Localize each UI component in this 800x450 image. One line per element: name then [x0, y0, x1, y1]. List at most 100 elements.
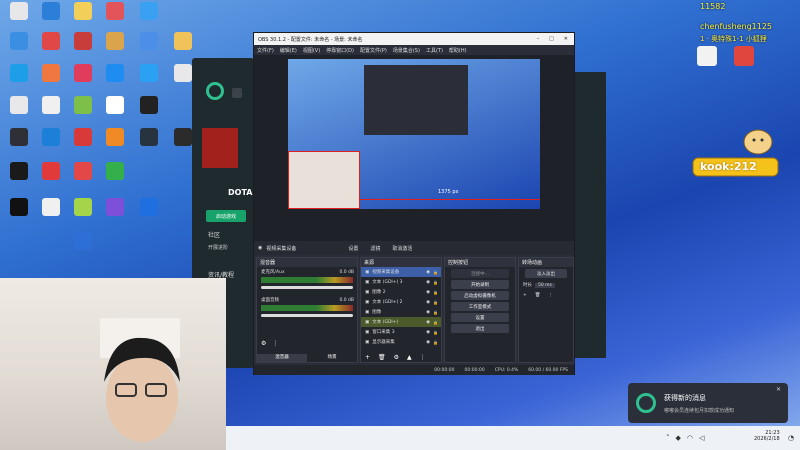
notification-close-icon[interactable]: ✕ [776, 386, 781, 393]
maximize-icon[interactable]: □ [549, 36, 554, 42]
desktop-icon[interactable] [66, 64, 100, 94]
desktop-icon[interactable] [34, 96, 68, 126]
desktop-icon[interactable] [66, 96, 100, 126]
close-icon[interactable]: ✕ [564, 36, 568, 42]
start-record-button[interactable]: 开始录制 [451, 280, 509, 289]
desktop-icon[interactable] [98, 162, 132, 192]
lock-icon[interactable]: 🔒 [433, 280, 441, 285]
lock-icon[interactable]: 🔒 [433, 320, 441, 325]
remove-source-icon[interactable]: 🗑 [378, 354, 386, 361]
menu-item[interactable]: 编辑(E) [280, 47, 297, 54]
notification-bell-icon[interactable]: ◔ [788, 434, 794, 442]
desktop-audio-volume-slider[interactable] [261, 314, 353, 317]
wifi-icon[interactable]: ◠ [687, 434, 693, 442]
desktop-icon[interactable] [66, 32, 100, 62]
desktop-icon[interactable] [132, 198, 166, 228]
deactivate-button[interactable]: 取消激活 [392, 245, 412, 252]
desktop-icon[interactable] [34, 128, 68, 158]
source-menu-icon[interactable]: ⋮ [420, 354, 426, 361]
virtual-camera-button[interactable]: 启动虚拟摄像机 [451, 291, 509, 300]
menu-item[interactable]: 视图(V) [303, 47, 320, 54]
source-item[interactable]: ▣ 窗口采集 3 ◉ 🔒 [361, 327, 441, 337]
tray-app-icon[interactable]: ◆ [676, 434, 681, 442]
filters-button[interactable]: 滤镜 [370, 245, 380, 252]
menu-item[interactable]: 场景集合(S) [393, 47, 420, 54]
source-item[interactable]: ▣ 文本 (GDI+) 3 ◉ 🔒 [361, 277, 441, 287]
desktop-icon[interactable] [98, 96, 132, 126]
desktop-icon[interactable] [2, 2, 36, 32]
desktop-icon[interactable] [132, 2, 166, 32]
menu-item[interactable]: 配置文件(P) [360, 47, 387, 54]
desktop-icon[interactable] [66, 162, 100, 192]
launch-game-button[interactable]: 启动游戏 [206, 210, 246, 222]
source-item[interactable]: ▣ 文本 (GDI+) ◉ 🔒 [361, 317, 441, 327]
desktop-icon[interactable] [2, 32, 36, 62]
minimize-icon[interactable]: – [537, 36, 540, 42]
duration-input[interactable]: 50 ms [535, 282, 555, 288]
desktop-icon[interactable] [132, 64, 166, 94]
add-source-icon[interactable]: + [365, 354, 370, 361]
desktop-icon[interactable] [98, 198, 132, 228]
move-up-icon[interactable]: ▲ [407, 354, 412, 361]
desktop-icon[interactable] [98, 32, 132, 62]
desktop-icon[interactable] [34, 162, 68, 192]
launcher-back-button[interactable] [232, 88, 242, 98]
properties-button[interactable]: 设置 [348, 245, 358, 252]
desktop-icon[interactable] [66, 128, 100, 158]
tray-chevron-icon[interactable]: ˄ [666, 434, 670, 442]
tab-scenes[interactable]: 场景 [307, 354, 357, 363]
desktop-icon[interactable] [132, 32, 166, 62]
settings-button[interactable]: 设置 [451, 313, 509, 322]
visibility-icon[interactable]: ◉ [426, 280, 430, 285]
visibility-icon[interactable]: ◉ [426, 330, 430, 335]
source-item[interactable]: ▣ 图像 2 ◉ 🔒 [361, 287, 441, 297]
obs-preview[interactable]: 1375 px [254, 55, 574, 241]
desktop-icon[interactable] [98, 128, 132, 158]
lock-icon[interactable]: 🔒 [433, 270, 441, 275]
desktop-icon[interactable] [132, 128, 166, 158]
visibility-icon[interactable]: ◉ [426, 320, 430, 325]
preview-webcam-source[interactable] [288, 151, 360, 209]
visibility-icon[interactable]: ◉ [426, 310, 430, 315]
desktop-icon[interactable] [98, 2, 132, 32]
desktop-icon[interactable] [66, 232, 100, 262]
tab-mixer[interactable]: 混音器 [257, 354, 307, 363]
desktop-icon[interactable] [2, 64, 36, 94]
desktop-icon[interactable] [66, 198, 100, 228]
mic-volume-slider[interactable] [261, 286, 353, 289]
mixer-menu-icon[interactable]: ⋮ [272, 340, 278, 347]
studio-mode-button[interactable]: 工作室模式 [451, 302, 509, 311]
desktop-icon[interactable] [2, 198, 36, 228]
source-item[interactable]: ▣ 图像 ◉ 🔒 [361, 307, 441, 317]
connecting-button[interactable]: 连接中... [451, 269, 509, 278]
visibility-icon[interactable]: ◉ [426, 300, 430, 305]
menu-item[interactable]: 停靠窗口(D) [326, 47, 354, 54]
visibility-icon[interactable]: ◉ [426, 290, 430, 295]
desktop-icon[interactable] [98, 64, 132, 94]
lock-icon[interactable]: 🔒 [433, 290, 441, 295]
source-item[interactable]: ▣ 视频采集设备 ◉ 🔒 [361, 267, 441, 277]
visibility-icon[interactable]: ◉ [426, 270, 430, 275]
source-item[interactable]: ▣ 显示器采集 ◉ 🔒 [361, 337, 441, 347]
source-item[interactable]: ▣ 文本 (GDI+) 2 ◉ 🔒 [361, 297, 441, 307]
lock-icon[interactable]: 🔒 [433, 300, 441, 305]
lock-icon[interactable]: 🔒 [433, 310, 441, 315]
lock-icon[interactable]: 🔒 [433, 330, 441, 335]
notification-toast[interactable]: 获得新的消息 嘟嘟会员连续包月扣款成功通知 ✕ [628, 383, 788, 423]
open-dev-link[interactable]: 开展进阶 [208, 244, 228, 251]
add-transition-icon[interactable]: + [523, 293, 527, 298]
transition-select[interactable]: 淡入淡出 [525, 269, 567, 278]
desktop-icon[interactable] [34, 32, 68, 62]
menu-item[interactable]: 工具(T) [426, 47, 443, 54]
desktop-icon-right-2[interactable] [734, 46, 754, 66]
lock-icon[interactable]: 🔒 [433, 340, 441, 345]
desktop-icon[interactable] [2, 96, 36, 126]
taskbar-date[interactable]: 2026/2/18 [754, 436, 780, 442]
visibility-icon[interactable]: ◉ [426, 340, 430, 345]
menu-item[interactable]: 帮助(H) [449, 47, 467, 54]
desktop-icon[interactable] [66, 2, 100, 32]
desktop-icon[interactable] [132, 96, 166, 126]
source-settings-icon[interactable]: ⚙ [394, 354, 399, 361]
desktop-icon[interactable] [2, 128, 36, 158]
desktop-icon[interactable] [34, 198, 68, 228]
